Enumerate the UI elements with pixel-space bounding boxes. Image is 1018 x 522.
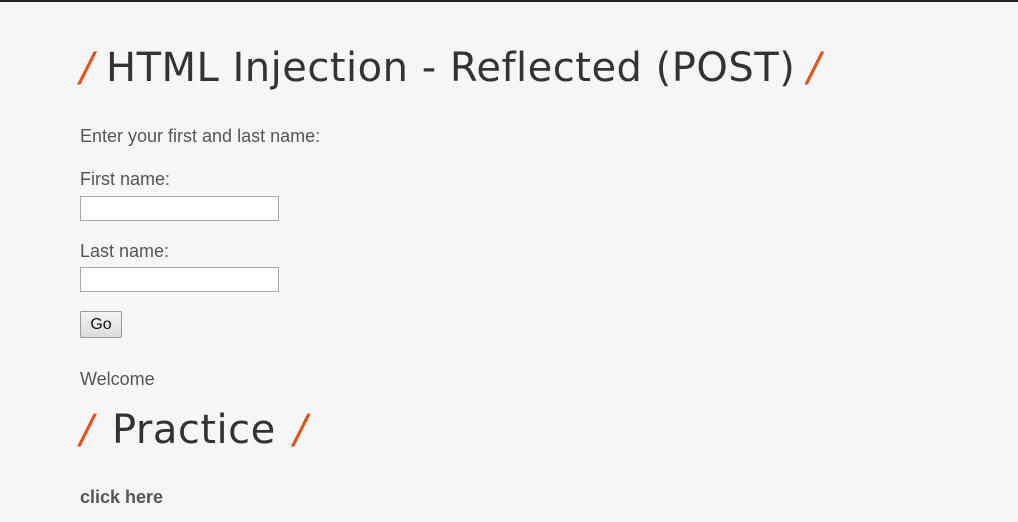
last-name-input[interactable] — [80, 267, 279, 292]
click-here-link[interactable]: click here — [80, 486, 163, 508]
last-name-label: Last name: — [80, 241, 170, 261]
practice-slash-right: / — [293, 407, 308, 453]
form-intro-text: Enter your first and last name: — [80, 126, 321, 146]
go-button[interactable]: Go — [80, 311, 122, 338]
title-slash-left: / — [80, 45, 94, 91]
top-border — [0, 0, 1018, 2]
page-title-text: HTML Injection - Reflected (POST) — [105, 45, 796, 91]
first-name-input[interactable] — [80, 196, 279, 221]
practice-heading: / Practice / — [80, 404, 308, 456]
first-name-label: First name: — [80, 169, 171, 189]
practice-slash-left: / — [80, 407, 94, 453]
page-title: / HTML Injection - Reflected (POST) / — [80, 42, 821, 94]
welcome-message: Welcome — [80, 369, 155, 389]
practice-heading-text: Practice — [111, 407, 276, 453]
title-slash-right: / — [807, 45, 822, 91]
